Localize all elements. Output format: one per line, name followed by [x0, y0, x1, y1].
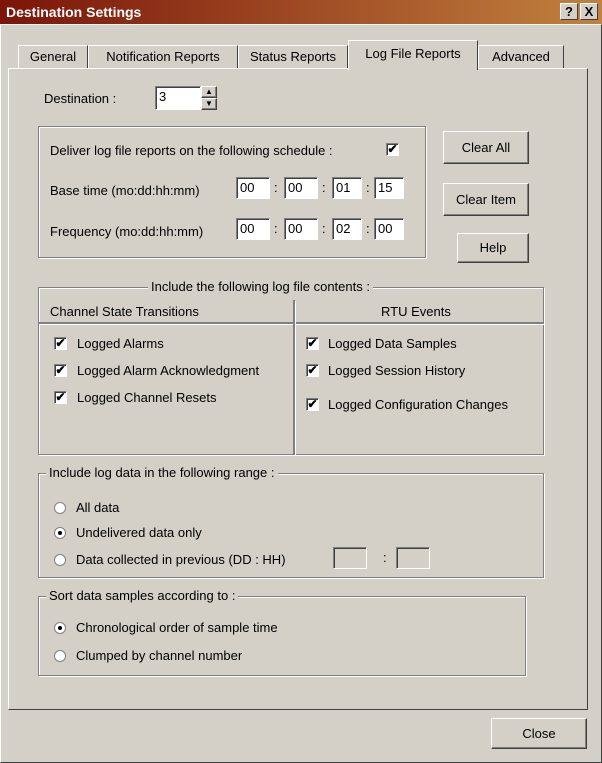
- sort-group: [38, 596, 526, 676]
- deliver-checkbox[interactable]: ✔: [386, 143, 399, 156]
- tab-log-file-reports[interactable]: Log File Reports: [348, 40, 478, 70]
- base-time-month[interactable]: 00: [236, 177, 270, 199]
- separator: :: [366, 221, 370, 236]
- base-time-minute[interactable]: 15: [374, 177, 404, 199]
- range-previous-label: Data collected in previous (DD : HH): [76, 552, 286, 567]
- frequency-month[interactable]: 00: [236, 218, 270, 240]
- previous-hours-field[interactable]: [396, 547, 430, 569]
- contents-legend: Include the following log file contents …: [148, 279, 373, 294]
- base-time-label: Base time (mo:dd:hh:mm): [50, 183, 200, 198]
- base-time-hour[interactable]: 01: [332, 177, 362, 199]
- range-legend: Include log data in the following range …: [46, 465, 278, 480]
- help-button[interactable]: Help: [457, 233, 529, 263]
- tab-notification-reports[interactable]: Notification Reports: [88, 45, 238, 69]
- separator: :: [274, 180, 278, 195]
- destination-spinner[interactable]: 3: [155, 86, 201, 110]
- close-button[interactable]: Close: [491, 718, 587, 749]
- logged-data-samples-label: Logged Data Samples: [328, 336, 457, 351]
- range-all-radio[interactable]: [54, 502, 66, 514]
- logged-config-changes-checkbox[interactable]: ✔: [306, 398, 319, 411]
- frequency-day[interactable]: 00: [284, 218, 318, 240]
- range-previous-radio[interactable]: [54, 554, 66, 566]
- sort-clumped-radio[interactable]: [54, 650, 66, 662]
- sort-chronological-label: Chronological order of sample time: [76, 620, 278, 635]
- previous-days-field[interactable]: [333, 547, 367, 569]
- logged-alarms-checkbox[interactable]: ✔: [54, 337, 67, 350]
- col1-header: Channel State Transitions: [50, 304, 199, 319]
- logged-session-history-label: Logged Session History: [328, 363, 466, 378]
- separator: :: [383, 550, 387, 565]
- tab-status-reports[interactable]: Status Reports: [238, 45, 348, 69]
- range-undelivered-radio[interactable]: [54, 527, 66, 539]
- sort-clumped-label: Clumped by channel number: [76, 648, 243, 663]
- logged-data-samples-checkbox[interactable]: ✔: [306, 337, 319, 350]
- logged-channel-resets-label: Logged Channel Resets: [77, 390, 217, 405]
- spin-up-button[interactable]: ▲: [201, 86, 217, 98]
- header-divider: [38, 322, 544, 324]
- clear-item-button[interactable]: Clear Item: [443, 183, 529, 216]
- separator: :: [274, 221, 278, 236]
- window-title: Destination Settings: [6, 4, 142, 20]
- logged-channel-resets-checkbox[interactable]: ✔: [54, 391, 67, 404]
- logged-alarms-label: Logged Alarms: [77, 336, 164, 351]
- clear-all-button[interactable]: Clear All: [443, 131, 529, 164]
- destination-label: Destination :: [44, 91, 117, 106]
- sort-legend: Sort data samples according to :: [46, 588, 239, 603]
- close-title-button[interactable]: X: [580, 3, 598, 20]
- separator: :: [322, 180, 326, 195]
- destination-value: 3: [159, 89, 167, 104]
- logged-session-history-checkbox[interactable]: ✔: [306, 364, 319, 377]
- frequency-hour[interactable]: 02: [332, 218, 362, 240]
- range-all-label: All data: [76, 500, 120, 515]
- base-time-day[interactable]: 00: [284, 177, 318, 199]
- spin-down-button[interactable]: ▼: [201, 98, 217, 110]
- range-undelivered-label: Undelivered data only: [76, 525, 202, 540]
- deliver-label: Deliver log file reports on the followin…: [50, 143, 333, 158]
- tab-general[interactable]: General: [18, 45, 88, 69]
- separator: :: [366, 180, 370, 195]
- separator: :: [322, 221, 326, 236]
- column-divider: [293, 300, 295, 455]
- frequency-minute[interactable]: 00: [374, 218, 404, 240]
- logged-alarm-ack-label: Logged Alarm Acknowledgment: [77, 363, 260, 378]
- tab-advanced[interactable]: Advanced: [478, 45, 564, 69]
- logged-config-changes-label: Logged Configuration Changes: [328, 397, 508, 412]
- frequency-label: Frequency (mo:dd:hh:mm): [50, 224, 204, 239]
- sort-chronological-radio[interactable]: [54, 622, 66, 634]
- col2-header: RTU Events: [381, 304, 451, 319]
- logged-alarm-ack-checkbox[interactable]: ✔: [54, 364, 67, 377]
- help-title-button[interactable]: ?: [560, 3, 578, 20]
